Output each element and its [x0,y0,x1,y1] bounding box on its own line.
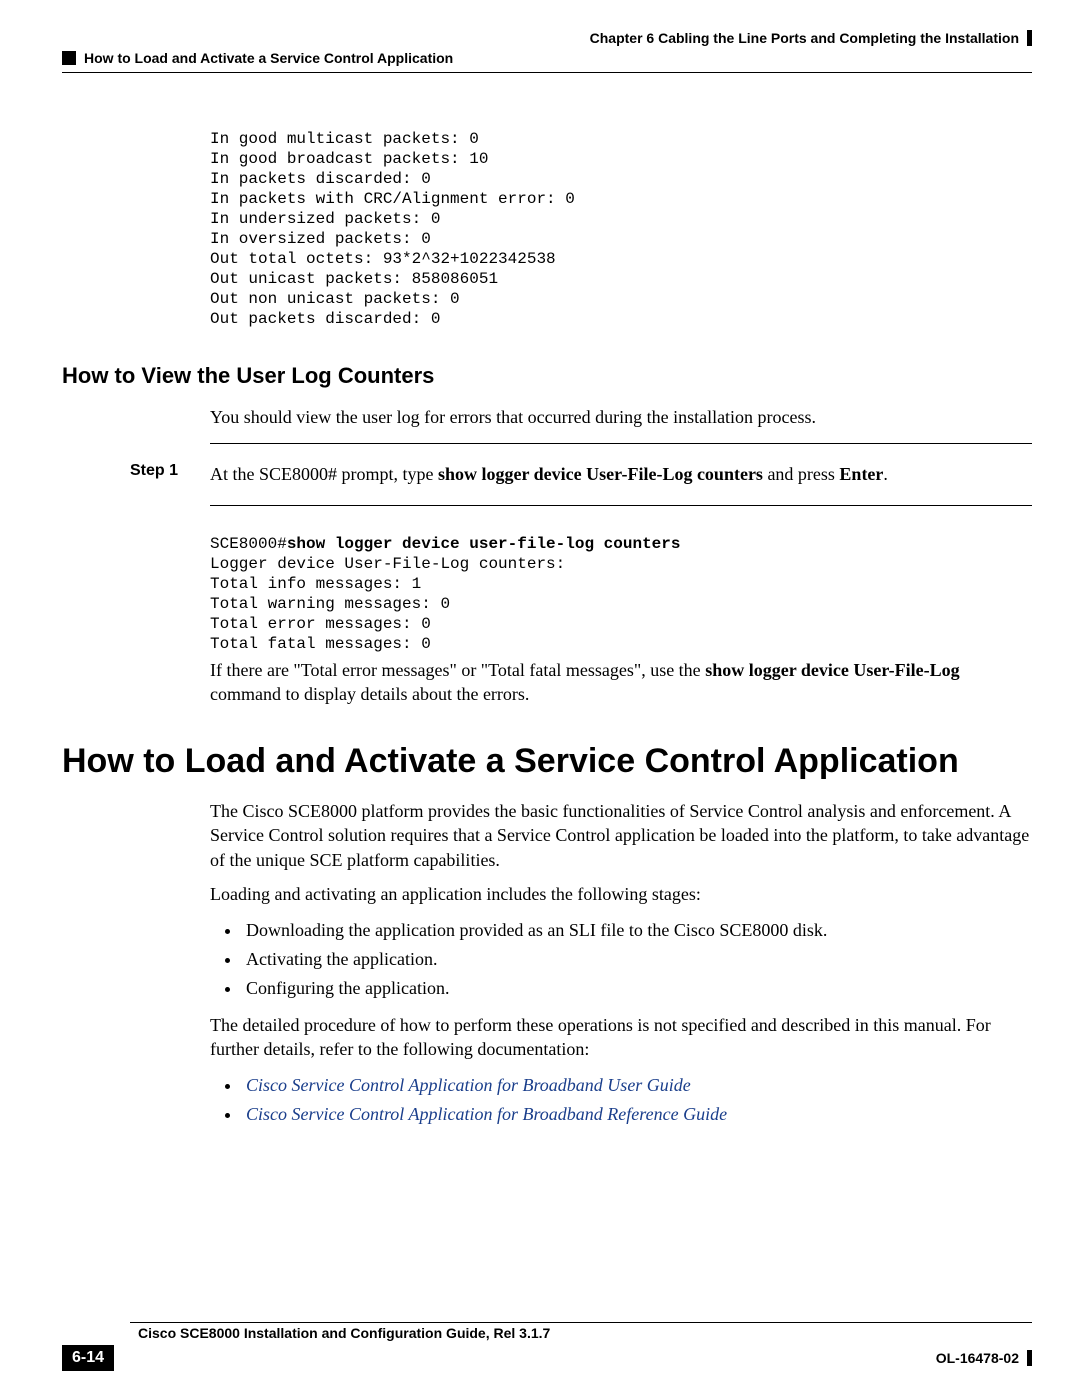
stage-item: Downloading the application provided as … [242,916,1032,945]
footer-doc-title: Cisco SCE8000 Installation and Configura… [138,1325,550,1341]
userlog-intro: You should view the user log for errors … [210,405,1032,429]
running-header-chapter: Chapter 6 Cabling the Line Ports and Com… [590,30,1019,46]
list-item: Cisco Service Control Application for Br… [242,1100,1032,1129]
page-number-badge: 6-14 [62,1345,114,1371]
stage-item: Configuring the application. [242,974,1032,1003]
logger-output: Logger device User-File-Log counters: To… [210,554,1032,654]
step-rule-top [210,443,1032,444]
footer-bar-right [1027,1350,1032,1366]
header-bar-right [1027,30,1032,46]
step-1: Step 1 At the SCE8000# prompt, type show… [130,462,1032,486]
logger-note-post: command to display details about the err… [210,684,529,704]
step-1-cmd: show logger device User-File-Log counter… [438,464,763,484]
logger-note: If there are "Total error messages" or "… [210,658,1032,707]
logger-command-line: SCE8000#show logger device user-file-log… [210,534,1032,554]
page-footer: Cisco SCE8000 Installation and Configura… [0,1322,1080,1371]
step-1-pre: At the SCE8000# prompt, type [210,464,438,484]
footer-doc-id: OL-16478-02 [936,1350,1019,1366]
step-1-post: . [883,464,888,484]
interface-counters-output: In good multicast packets: 0 In good bro… [210,129,1032,329]
heading-user-log-counters: How to View the User Log Counters [62,363,1032,389]
step-1-mid: and press [763,464,839,484]
running-header-section: How to Load and Activate a Service Contr… [84,50,453,66]
footer-rule [130,1322,1032,1323]
doc-links-list: Cisco Service Control Application for Br… [242,1071,1032,1129]
logger-prompt: SCE8000# [210,535,287,553]
doc-link-user-guide[interactable]: Cisco Service Control Application for Br… [246,1075,691,1095]
load-paragraph-2: Loading and activating an application in… [210,882,1032,906]
stage-item: Activating the application. [242,945,1032,974]
logger-command: show logger device user-file-log counter… [287,535,681,553]
list-item: Cisco Service Control Application for Br… [242,1071,1032,1100]
logger-note-bold: show logger device User-File-Log [705,660,959,680]
logger-note-pre: If there are "Total error messages" or "… [210,660,705,680]
heading-load-activate: How to Load and Activate a Service Contr… [62,742,1032,781]
load-paragraph-3: The detailed procedure of how to perform… [210,1013,1032,1062]
step-1-label: Step 1 [130,462,210,486]
stages-list: Downloading the application provided as … [242,916,1032,1002]
step-rule-bottom [210,505,1032,506]
step-1-enter: Enter [839,464,883,484]
doc-link-reference-guide[interactable]: Cisco Service Control Application for Br… [246,1104,727,1124]
step-1-text: At the SCE8000# prompt, type show logger… [210,462,888,486]
header-square-left [62,51,76,65]
load-paragraph-1: The Cisco SCE8000 platform provides the … [210,799,1032,872]
